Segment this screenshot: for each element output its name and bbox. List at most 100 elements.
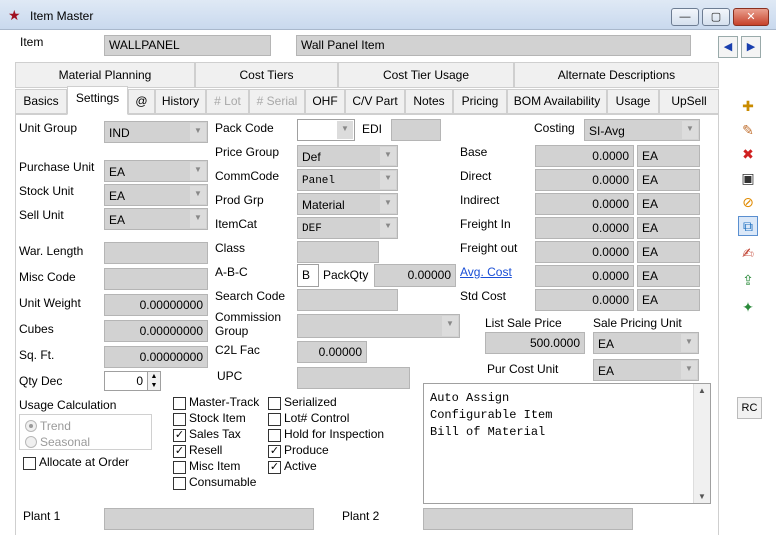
copy-icon[interactable]: ⧉ <box>738 216 758 236</box>
minimize-button[interactable]: — <box>671 8 699 26</box>
plant2-field[interactable] <box>423 508 633 530</box>
prev-record-button[interactable]: ◀ <box>718 36 738 58</box>
misc-code-field[interactable] <box>104 268 208 290</box>
sell-unit-label: Sell Unit <box>19 208 64 222</box>
prod-grp-select[interactable]: Material ▼ <box>297 193 398 215</box>
commcode-select[interactable]: Panel ▼ <box>297 169 398 191</box>
notes-scrollbar[interactable]: ▲ ▼ <box>693 384 710 503</box>
war-length-field[interactable] <box>104 242 208 264</box>
abc-field[interactable]: B <box>297 264 319 287</box>
notes-edit-icon[interactable]: ✍ <box>738 243 758 263</box>
checkbox[interactable]: ✓ <box>173 429 186 442</box>
close-button[interactable]: ✕ <box>733 8 769 26</box>
edi-field[interactable] <box>391 119 441 141</box>
cancel-icon[interactable]: ⊘ <box>738 192 758 212</box>
tab-cv-part[interactable]: C/V Part <box>345 89 405 114</box>
costing-select[interactable]: SI-Avg ▼ <box>584 119 700 141</box>
checkbox[interactable]: ✓ <box>268 445 281 458</box>
checkbox[interactable] <box>173 413 186 426</box>
tab-pricing[interactable]: Pricing <box>453 89 507 114</box>
unit-weight-field[interactable]: 0.00000000 <box>104 294 208 316</box>
tab-serial[interactable]: # Serial <box>249 89 305 114</box>
tab-cost-tier-usage[interactable]: Cost Tier Usage <box>338 62 514 88</box>
war-length-label: War. Length <box>19 244 84 258</box>
checkbox[interactable] <box>268 429 281 442</box>
commission-group-select[interactable]: ▼ <box>297 314 460 338</box>
tab-history[interactable]: History <box>155 89 206 114</box>
tab-material-planning[interactable]: Material Planning <box>15 62 195 88</box>
purchase-unit-select[interactable]: EA ▼ <box>104 160 208 182</box>
cost-row-value[interactable]: 0.0000 <box>535 217 634 239</box>
cost-row-value[interactable]: 0.0000 <box>535 265 634 287</box>
scroll-up-icon[interactable]: ▲ <box>694 386 710 395</box>
tab-alternate-descriptions[interactable]: Alternate Descriptions <box>514 62 719 88</box>
tab-cost-tiers[interactable]: Cost Tiers <box>195 62 338 88</box>
cost-row-value[interactable]: 0.0000 <box>535 289 634 311</box>
class-field[interactable] <box>297 241 379 263</box>
notes-textarea[interactable]: Auto Assign Configurable Item Bill of Ma… <box>423 383 711 504</box>
tab-at[interactable]: @ <box>128 89 155 114</box>
tab-usage[interactable]: Usage <box>607 89 659 114</box>
cost-row-value[interactable]: 0.0000 <box>535 193 634 215</box>
plant1-field[interactable] <box>104 508 314 530</box>
checkbox[interactable] <box>268 413 281 426</box>
save-icon[interactable]: ▣ <box>738 168 758 188</box>
cost-row-unit[interactable]: EA <box>637 145 700 167</box>
item-field[interactable]: WALLPANEL <box>104 35 271 56</box>
sale-pricing-unit-select[interactable]: EA ▼ <box>593 332 699 354</box>
pack-code-select[interactable]: ▼ <box>297 119 355 141</box>
new-record-icon[interactable]: ✚ <box>738 96 758 116</box>
tab-bom-availability[interactable]: BOM Availability <box>507 89 607 114</box>
stock-unit-select[interactable]: EA ▼ <box>104 184 208 206</box>
checkbox[interactable]: ✓ <box>173 445 186 458</box>
list-sale-price-field[interactable]: 500.0000 <box>485 332 585 354</box>
tab-basics[interactable]: Basics <box>15 89 67 114</box>
cost-row-unit[interactable]: EA <box>637 193 700 215</box>
tab-notes[interactable]: Notes <box>405 89 453 114</box>
packqty-field[interactable]: 0.00000 <box>374 264 456 287</box>
seasonal-radio[interactable] <box>25 436 37 448</box>
cost-row-value[interactable]: 0.0000 <box>535 241 634 263</box>
qty-dec-field[interactable]: 0 <box>104 371 148 391</box>
tab-lot[interactable]: # Lot <box>206 89 249 114</box>
tab-settings[interactable]: Settings <box>67 86 128 115</box>
pin-icon[interactable]: ✦ <box>738 297 758 317</box>
class-label: Class <box>215 241 246 255</box>
allocate-at-order-checkbox[interactable] <box>23 457 36 470</box>
tab-upsell[interactable]: UpSell <box>659 89 719 114</box>
cost-row-label[interactable]: Avg. Cost <box>460 265 512 279</box>
search-code-field[interactable] <box>297 289 398 311</box>
checkbox[interactable] <box>173 477 186 490</box>
edit-icon[interactable]: ✎ <box>738 120 758 140</box>
delete-icon[interactable]: ✖ <box>738 144 758 164</box>
cubes-field[interactable]: 0.00000000 <box>104 320 208 342</box>
maximize-button[interactable]: ▢ <box>702 8 730 26</box>
export-icon[interactable]: ⇪ <box>738 270 758 290</box>
cost-row-unit[interactable]: EA <box>637 265 700 287</box>
qty-dec-spinner[interactable]: ▲ ▼ <box>147 371 161 391</box>
tab-ohf[interactable]: OHF <box>305 89 345 114</box>
cost-row-value[interactable]: 0.0000 <box>535 169 634 191</box>
sell-unit-select[interactable]: EA ▼ <box>104 208 208 230</box>
rc-button[interactable]: RC <box>737 397 762 419</box>
next-record-button[interactable]: ▶ <box>741 36 761 58</box>
description-field[interactable]: Wall Panel Item <box>296 35 691 56</box>
price-group-select[interactable]: Def ▼ <box>297 145 398 167</box>
cost-row-unit[interactable]: EA <box>637 169 700 191</box>
upc-field[interactable] <box>297 367 410 389</box>
scroll-down-icon[interactable]: ▼ <box>694 492 710 501</box>
cost-row-value[interactable]: 0.0000 <box>535 145 634 167</box>
checkbox[interactable] <box>173 461 186 474</box>
checkbox[interactable]: ✓ <box>268 461 281 474</box>
checkbox[interactable] <box>173 397 186 410</box>
sqft-field[interactable]: 0.00000000 <box>104 346 208 368</box>
checkbox[interactable] <box>268 397 281 410</box>
cost-row-unit[interactable]: EA <box>637 217 700 239</box>
cost-row-unit[interactable]: EA <box>637 289 700 311</box>
itemcat-select[interactable]: DEF ▼ <box>297 217 398 239</box>
unit-group-select[interactable]: IND ▼ <box>104 121 208 143</box>
pur-cost-unit-select[interactable]: EA ▼ <box>593 359 699 381</box>
trend-radio[interactable] <box>25 420 37 432</box>
cost-row-unit[interactable]: EA <box>637 241 700 263</box>
c2l-fac-field[interactable]: 0.00000 <box>297 341 367 363</box>
